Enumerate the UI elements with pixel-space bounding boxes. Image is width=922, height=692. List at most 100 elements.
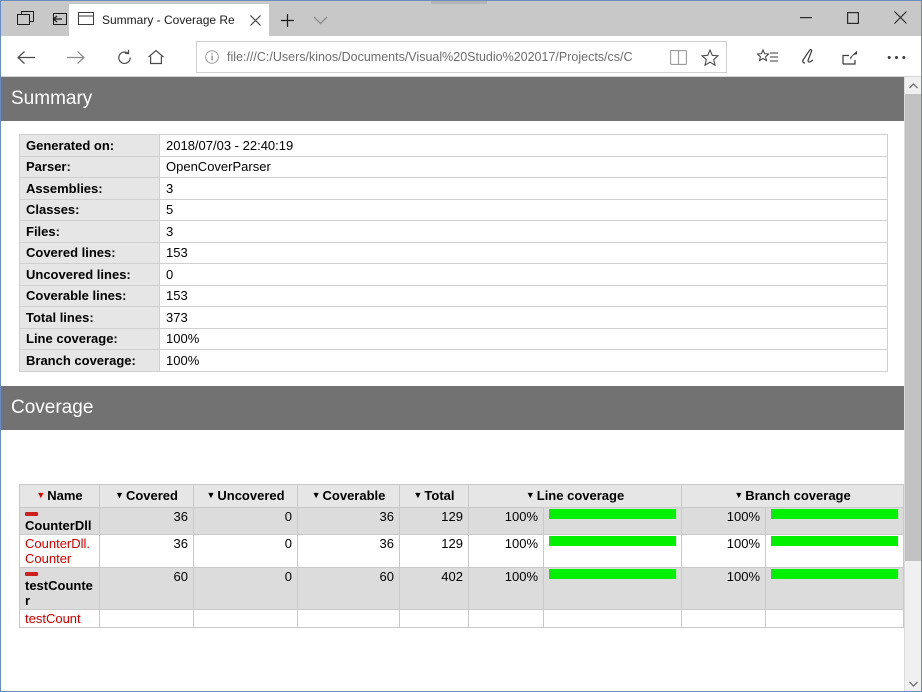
address-bar[interactable]: file:///C:/Users/kinos/Documents/Visual%… [196, 41, 727, 73]
row-name-cell[interactable]: testCount [19, 608, 100, 628]
scroll-down-arrow-icon[interactable] [905, 675, 921, 691]
new-tab-button[interactable] [271, 4, 303, 36]
scroll-up-arrow-icon[interactable] [905, 77, 921, 94]
sort-arrow-icon: ▼ [206, 490, 216, 500]
column-header-total[interactable]: ▼ Total [399, 483, 469, 508]
coverage-bar [549, 508, 677, 519]
address-url-text[interactable]: file:///C:/Users/kinos/Documents/Visual%… [227, 50, 662, 64]
summary-row-value: 100% [159, 349, 888, 372]
summary-row: Generated on: 2018/07/03 - 22:40:19 [19, 134, 888, 157]
share-icon[interactable] [833, 38, 871, 76]
page-content: Summary Generated on: 2018/07/03 - 22:40:… [1, 77, 906, 691]
summary-table-body: Generated on: 2018/07/03 - 22:40:19 Parser… [19, 134, 888, 372]
column-label: Total [424, 488, 455, 503]
window-close-button[interactable] [877, 1, 921, 34]
window-maximize-button[interactable] [830, 1, 876, 34]
title-bar: Summary - Coverage Re [1, 1, 921, 36]
cell-total: 129 [399, 506, 469, 535]
row-name-cell[interactable]: testCounter [19, 566, 100, 610]
cell-coverable: 36 [297, 506, 400, 535]
cell-line-coverage-pct: 100% [468, 506, 544, 535]
class-name-link[interactable]: CounterDll.Counter [25, 536, 90, 566]
row-name-cell[interactable]: CounterDll [19, 506, 100, 535]
cell-line-coverage-pct [468, 608, 544, 628]
forward-button[interactable] [57, 38, 95, 76]
summary-row-key: Generated on: [19, 134, 160, 157]
sort-arrow-icon: ▼ [413, 490, 423, 500]
tab-title: Summary - Coverage Re [102, 13, 235, 27]
chevron-down-icon[interactable] [304, 4, 336, 36]
cell-line-coverage-pct: 100% [468, 533, 544, 568]
summary-row: Uncovered lines: 0 [19, 263, 888, 286]
column-header-name[interactable]: ▼ Name [19, 483, 100, 508]
cell-branch-coverage-bar [765, 506, 905, 535]
row-name-cell[interactable]: CounterDll.Counter [19, 533, 100, 568]
cell-branch-coverage-pct [681, 608, 767, 628]
star-icon[interactable] [694, 48, 726, 66]
browser-tab[interactable]: Summary - Coverage Re [69, 4, 269, 36]
cell-uncovered [193, 608, 298, 628]
summary-row: Total lines: 373 [19, 306, 888, 329]
coverage-bar [771, 568, 899, 579]
column-header-branch-coverage[interactable]: ▼ Branch coverage [681, 483, 905, 508]
column-header-covered[interactable]: ▼ Covered [99, 483, 194, 508]
column-label: Branch coverage [745, 488, 851, 503]
page-icon [77, 11, 95, 29]
summary-row-key: Covered lines: [19, 241, 160, 264]
cell-coverable: 60 [297, 566, 400, 610]
sort-arrow-icon: ▼ [36, 490, 46, 500]
column-label: Covered [125, 488, 178, 503]
class-name-link[interactable]: testCount [25, 611, 81, 626]
cell-branch-coverage-pct: 100% [681, 533, 767, 568]
cell-covered [99, 608, 194, 628]
summary-row: Files: 3 [19, 220, 888, 243]
summary-row-key: Classes: [19, 198, 160, 221]
summary-row-value: 3 [159, 220, 888, 243]
summary-row-value: 100% [159, 327, 888, 350]
more-options-icon[interactable] [877, 38, 915, 76]
cell-covered: 60 [99, 566, 194, 610]
summary-row-key: Branch coverage: [19, 349, 160, 372]
summary-row: Line coverage: 100% [19, 327, 888, 350]
summary-row-key: Parser: [19, 155, 160, 178]
column-label: Coverable [322, 488, 386, 503]
cell-line-coverage-pct: 100% [468, 566, 544, 610]
cell-total: 129 [399, 533, 469, 568]
show-tabs-aside-icon[interactable] [7, 1, 43, 36]
browser-window: Summary - Coverage Re file:///C:/Users/k… [0, 0, 922, 692]
back-button[interactable] [7, 38, 45, 76]
reading-view-icon[interactable] [662, 49, 694, 65]
scrollbar-thumb[interactable] [905, 94, 921, 561]
cell-branch-coverage-pct: 100% [681, 566, 767, 610]
cell-branch-coverage-pct: 100% [681, 506, 767, 535]
column-header-coverable[interactable]: ▼ Coverable [297, 483, 400, 508]
info-icon [197, 50, 227, 64]
sort-arrow-icon: ▼ [311, 490, 321, 500]
coverage-table-head: ▼ Name ▼ Covered ▼ Uncovered ▼ Coverable ▼ To… [19, 483, 905, 508]
summary-section-heading: Summary [1, 77, 906, 121]
favorites-list-icon[interactable] [749, 38, 787, 76]
page-scrollbar[interactable] [904, 77, 921, 691]
coverage-bar [549, 568, 677, 579]
assembly-name-label: testCounter [25, 577, 93, 608]
coverage-controls: By assembly Collapse all | Expand all Gr… [1, 436, 906, 484]
collapse-toggle-icon[interactable] [25, 571, 38, 576]
summary-row-key: Coverable lines: [19, 284, 160, 307]
cell-line-coverage-bar [542, 566, 683, 610]
home-button[interactable] [137, 38, 175, 76]
tab-close-icon[interactable] [243, 8, 267, 32]
collapse-toggle-icon[interactable] [25, 511, 38, 516]
coverage-table: ▼ Name ▼ Covered ▼ Uncovered ▼ Coverable ▼ To… [19, 483, 905, 628]
column-header-line-coverage[interactable]: ▼ Line coverage [467, 483, 683, 508]
web-note-pen-icon[interactable] [791, 38, 829, 76]
coverage-wrapper: By assembly Collapse all | Expand all Gr… [1, 430, 906, 628]
coverage-table-body: CounterDll 36 0 36 129 100% 100% CounterDll.Cou… [19, 506, 905, 628]
column-header-uncovered[interactable]: ▼ Uncovered [193, 483, 298, 508]
cell-covered: 36 [99, 506, 194, 535]
sort-arrow-icon: ▼ [115, 490, 124, 500]
cell-uncovered: 0 [193, 566, 298, 610]
assembly-name-label: CounterDll [25, 517, 92, 533]
coverage-bar [771, 535, 899, 546]
window-minimize-button[interactable] [783, 1, 829, 34]
summary-row-value: 373 [159, 306, 888, 329]
